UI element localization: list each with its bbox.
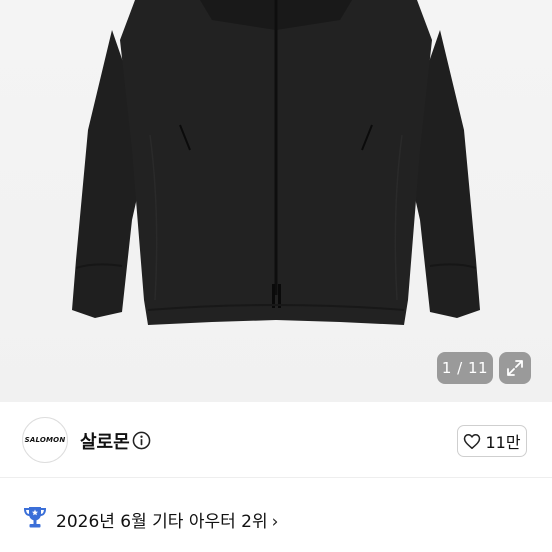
like-button[interactable]: 11만 (457, 425, 527, 457)
chevron-right-icon: › (271, 512, 279, 532)
heart-icon (464, 433, 481, 449)
expand-icon (507, 360, 523, 376)
product-image-gallery[interactable]: 1 / 11 (0, 0, 552, 402)
ranking-label: 2026년 6월 기타 아우터 2위 (56, 512, 268, 532)
expand-button[interactable] (499, 352, 531, 384)
like-count: 11만 (485, 433, 521, 452)
avatar-logo-text: SALOMON (24, 436, 66, 444)
seller-row: SALOMON 살로몬 11만 (0, 402, 552, 478)
image-pager: 1 / 11 (437, 352, 493, 384)
info-icon[interactable] (132, 431, 151, 450)
image-pager-text: 1 / 11 (441, 359, 489, 377)
ranking-row[interactable]: 2026년 6월 기타 아우터 2위 › (0, 478, 552, 552)
seller-name[interactable]: 살로몬 (80, 428, 130, 454)
seller-avatar[interactable]: SALOMON (22, 417, 68, 463)
product-image (72, 0, 480, 325)
ranking-text[interactable]: 2026년 6월 기타 아우터 2위 › (56, 507, 278, 532)
trophy-icon (23, 507, 47, 528)
